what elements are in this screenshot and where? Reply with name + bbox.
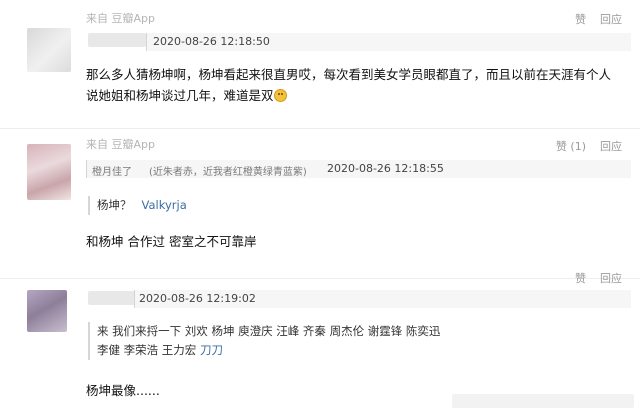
comment-meta-bar: 橙月佳了 (近朱者赤，近我者红橙黄绿青蓝紫) 2020-08-26 12:18:… bbox=[86, 160, 631, 178]
comment-meta-bar: 2020-08-26 12:19:02 bbox=[134, 290, 631, 308]
username-blurred[interactable] bbox=[88, 33, 146, 47]
comment-timestamp: 2020-08-26 12:19:02 bbox=[139, 292, 256, 305]
comment-timestamp: 2020-08-26 12:18:55 bbox=[327, 162, 444, 175]
comment-actions: 赞 (1) 回应 bbox=[542, 138, 622, 154]
reply-button[interactable]: 回应 bbox=[600, 13, 622, 26]
smile-emoji-icon bbox=[273, 89, 287, 102]
comment-source: 来自 豆瓣App bbox=[86, 138, 155, 151]
quoted-reply: 来 我们来捋一下 刘欢 杨坤 庾澄庆 汪峰 齐秦 周杰伦 谢霆锋 陈奕迅 李健 … bbox=[88, 322, 440, 360]
comment-actions: 赞 回应 bbox=[561, 270, 622, 286]
comment-actions: 赞 回应 bbox=[561, 11, 622, 27]
sticker-text: 刀刀 bbox=[199, 343, 223, 357]
like-button[interactable]: 赞 bbox=[575, 13, 586, 26]
reply-button[interactable]: 回应 bbox=[600, 140, 622, 153]
comment-text: 杨坤最像...... bbox=[86, 383, 160, 398]
quote-text: 杨坤？ bbox=[97, 198, 132, 212]
quote-text-line: 来 我们来捋一下 刘欢 杨坤 庾澄庆 汪峰 齐秦 周杰伦 谢霆锋 陈奕迅 bbox=[97, 324, 441, 338]
watermark-blur bbox=[452, 394, 634, 408]
quoted-reply: 杨坤？ Valkyrja bbox=[88, 196, 187, 215]
reply-button[interactable]: 回应 bbox=[600, 272, 622, 285]
comment-source: 来自 豆瓣App bbox=[86, 12, 155, 25]
like-button[interactable]: 赞 (1) bbox=[556, 140, 586, 153]
avatar[interactable] bbox=[27, 290, 67, 332]
quote-text-line: 李健 李荣浩 王力宏 刀刀 bbox=[97, 343, 223, 357]
divider bbox=[0, 278, 640, 279]
comment-timestamp: 2020-08-26 12:18:50 bbox=[153, 35, 270, 48]
avatar[interactable] bbox=[27, 28, 71, 72]
comment-meta-bar: 2020-08-26 12:18:50 bbox=[146, 33, 631, 51]
quote-user-link[interactable]: Valkyrja bbox=[142, 198, 187, 212]
comment-text: 那么多人猜杨坤啊，杨坤看起来很直男哎，每次看到美女学员眼都直了，而且以前在天涯有… bbox=[86, 67, 612, 103]
divider bbox=[0, 128, 640, 129]
username-blurred[interactable] bbox=[88, 291, 136, 305]
comment-text: 和杨坤 合作过 密室之不可靠岸 bbox=[86, 234, 257, 249]
like-button[interactable]: 赞 bbox=[575, 272, 586, 285]
comment-username[interactable]: 橙月佳了 bbox=[92, 163, 132, 178]
avatar[interactable] bbox=[27, 144, 71, 200]
user-signature: (近朱者赤，近我者红橙黄绿青蓝紫) bbox=[149, 167, 307, 178]
